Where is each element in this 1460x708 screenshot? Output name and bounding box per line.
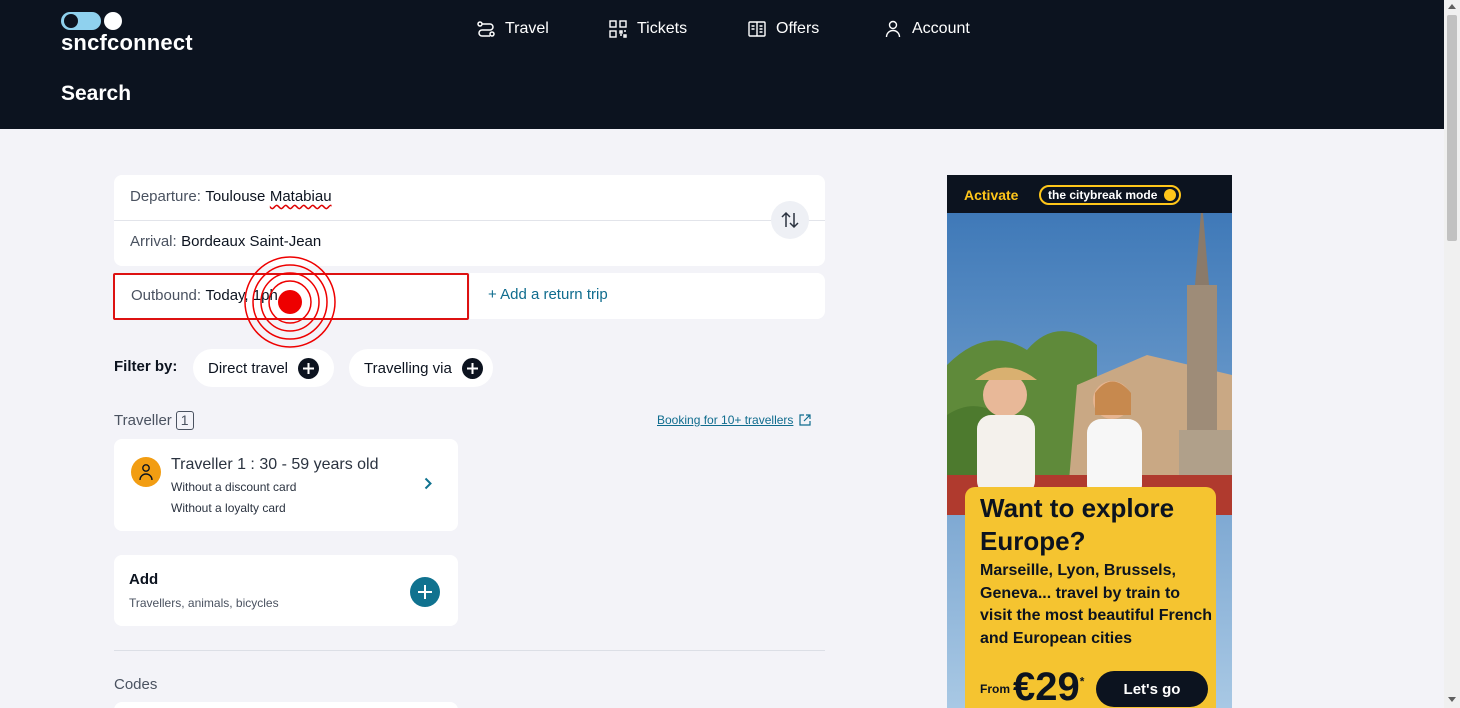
logo-text-sncf: sncf — [61, 30, 108, 55]
plus-icon — [461, 357, 483, 379]
traveller-discount-card: Without a discount card — [171, 480, 297, 494]
departure-label: Departure: — [130, 188, 201, 205]
codes-heading: Codes — [114, 676, 158, 693]
scroll-down-arrow-icon[interactable] — [1448, 697, 1456, 702]
brochure-icon — [748, 21, 766, 37]
nav-tickets-label: Tickets — [637, 20, 688, 37]
filter-label: Filter by: — [114, 358, 178, 375]
ad-top-bar: Activate the citybreak mode — [947, 175, 1232, 213]
arrival-label: Arrival: — [130, 233, 177, 250]
outbound-date-field[interactable]: Outbound: Today, 1ph — [113, 273, 469, 320]
add-passenger-card[interactable]: Add Travellers, animals, bicycles — [114, 555, 458, 626]
nav-offers[interactable]: Offers — [747, 18, 819, 40]
citybreak-ad-banner[interactable]: Activate the citybreak mode Want to expl… — [947, 175, 1232, 708]
nav-offers-label: Offers — [776, 20, 820, 37]
citybreak-toggle-pill: the citybreak mode — [1039, 185, 1182, 205]
traveller-name: Traveller 1 : 30 - 59 years old — [171, 456, 379, 473]
route-icon — [477, 21, 495, 37]
filter-travelling-via[interactable]: Travelling via — [349, 349, 493, 387]
add-button[interactable] — [410, 577, 440, 607]
sncf-connect-logo[interactable]: sncfconnect — [61, 12, 201, 55]
page-title: Search — [61, 82, 132, 105]
ad-price-from: From — [980, 682, 1010, 696]
group-booking-link[interactable]: Booking for 10+ travellers — [657, 413, 812, 427]
outbound-label: Outbound: — [131, 287, 202, 304]
add-return-trip-link[interactable]: + Add a return trip — [488, 286, 608, 303]
ad-lets-go-button[interactable]: Let's go — [1096, 671, 1208, 707]
page-scrollbar[interactable] — [1444, 0, 1460, 708]
logo-toggle-icon — [61, 12, 101, 30]
codes-card[interactable] — [114, 702, 458, 708]
ad-headline: Want to explore Europe? — [980, 493, 1175, 556]
field-divider — [114, 220, 825, 221]
nav-account-label: Account — [912, 20, 970, 37]
scroll-up-arrow-icon[interactable] — [1448, 4, 1456, 9]
plus-icon — [418, 585, 432, 599]
traveller-loyalty-card: Without a loyalty card — [171, 501, 286, 515]
traveller-heading-label: Traveller — [114, 412, 172, 429]
logo-dot-icon — [104, 12, 122, 30]
plus-icon — [298, 357, 320, 379]
ad-body-text: Marseille, Lyon, Brussels, Geneva... tra… — [980, 562, 1213, 647]
scrollbar-thumb[interactable] — [1447, 15, 1457, 241]
ad-text-panel: Want to explore Europe? Marseille, Lyon,… — [965, 487, 1216, 708]
ad-activate-label: Activate — [964, 187, 1019, 203]
nav-account[interactable]: Account — [883, 18, 970, 40]
traveller-avatar-icon — [131, 457, 161, 487]
top-header: sncfconnect Travel Tickets Offers Accoun… — [0, 0, 1444, 129]
ad-price-amount: €29 — [1013, 665, 1080, 708]
filter-travelling-via-label: Travelling via — [364, 359, 452, 377]
nav-travel-label: Travel — [505, 20, 549, 37]
traveller-heading: Traveller 1 — [114, 411, 194, 430]
departure-value: Toulouse — [205, 188, 266, 205]
chevron-right-icon — [424, 477, 432, 490]
add-subtitle: Travellers, animals, bicycles — [129, 596, 279, 610]
external-link-icon — [799, 414, 812, 426]
origin-destination-card: Departure: Toulouse Matabiau Arrival: Bo… — [114, 175, 825, 266]
nav-tickets[interactable]: Tickets — [608, 18, 687, 40]
arrival-field[interactable]: Arrival: Bordeaux Saint-Jean — [130, 233, 321, 251]
traveller-count-badge: 1 — [175, 411, 194, 430]
qr-code-icon — [609, 20, 627, 38]
filter-direct-travel-label: Direct travel — [208, 359, 289, 377]
add-title: Add — [129, 571, 159, 588]
swap-arrows-icon — [781, 211, 799, 229]
departure-field[interactable]: Departure: Toulouse Matabiau — [130, 188, 332, 206]
user-icon — [885, 20, 901, 38]
outbound-value: Today, 1ph — [205, 287, 278, 304]
traveller-card[interactable]: Traveller 1 : 30 - 59 years old Without … — [114, 439, 458, 531]
return-trip-card: + Add a return trip — [470, 273, 825, 319]
swap-stations-button[interactable] — [771, 201, 809, 239]
nav-travel[interactable]: Travel — [476, 18, 549, 40]
filter-direct-travel[interactable]: Direct travel — [193, 349, 334, 387]
ad-price: €29* — [1013, 665, 1084, 708]
departure-value-2: Matabiau — [269, 188, 332, 205]
section-divider — [114, 650, 825, 651]
arrival-value: Bordeaux Saint-Jean — [181, 233, 322, 250]
ad-price-asterisk: * — [1079, 674, 1085, 689]
group-booking-label: Booking for 10+ travellers — [657, 413, 794, 427]
logo-text-connect: connect — [107, 30, 193, 55]
